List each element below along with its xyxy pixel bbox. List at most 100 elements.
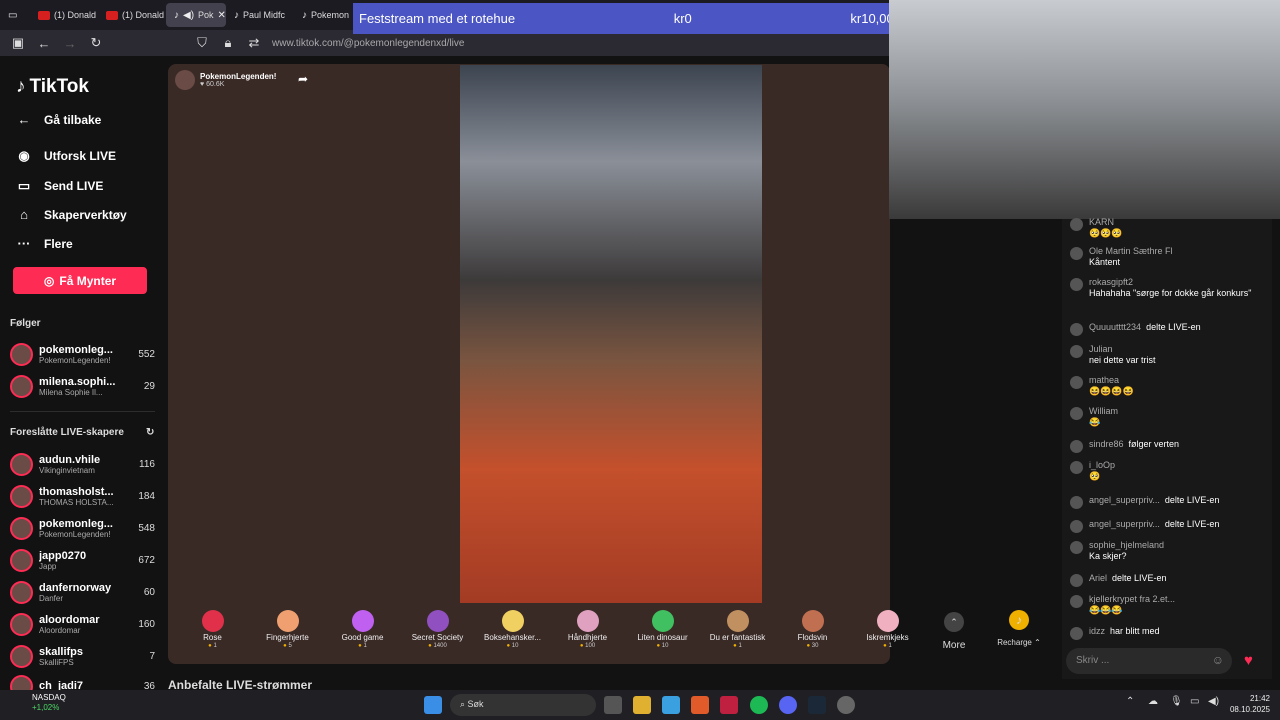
file-explorer-icon[interactable] (633, 696, 651, 714)
browser-tab-5[interactable]: ♪ Pokemon (294, 3, 362, 27)
tab-list-button[interactable]: ▭ (0, 3, 30, 27)
gift-item[interactable]: Flodsvin ● 30 (775, 604, 850, 664)
suggested-item[interactable]: aloordomar Aloordomar 160 (10, 609, 155, 639)
more-gifts-button[interactable]: ⌃ More (940, 612, 968, 651)
tiktok-logo[interactable]: ♪ TikTok (16, 76, 89, 98)
refresh-icon[interactable]: ↻ (146, 427, 154, 438)
cloud-icon[interactable]: ☁ (1148, 696, 1166, 714)
microphone-icon[interactable]: 🎙︎ (1170, 696, 1188, 714)
chat-message[interactable]: sophie_hjelmeland Ka skjer? (1070, 540, 1266, 562)
chat-username[interactable]: Quuuutttt234 (1089, 322, 1141, 332)
photos-icon[interactable] (662, 696, 680, 714)
chat-username[interactable]: KARN (1089, 217, 1114, 227)
gift-item[interactable]: Secret Society ● 1400 (400, 604, 475, 664)
nav-send-live[interactable]: ▭ Send LIVE (14, 178, 104, 194)
following-item[interactable]: milena.sophi... Milena Sophie Il... 29 (10, 371, 155, 401)
nav-go-back[interactable]: ← Gå tilbake (14, 112, 102, 127)
chat-message[interactable]: Ariel delte LIVE-en (1070, 573, 1266, 587)
chat-username[interactable]: rokasgipft2 (1089, 277, 1133, 287)
suggested-item[interactable]: thomasholst... THOMAS HOLSTA... 184 (10, 481, 155, 511)
permissions-icon[interactable]: ⇄ (246, 35, 262, 51)
chat-message[interactable]: rokasgipft2 Hahahaha "sørge for dokke går… (1070, 277, 1266, 299)
chat-message[interactable]: i_loOp 🥺 (1070, 460, 1266, 482)
browser-tab-1[interactable]: (1) Donald (30, 3, 98, 27)
nav-creator-tools[interactable]: ⌂ Skaperverktøy (14, 207, 127, 222)
host-info[interactable]: PokemonLegenden! ♥ 60.6K (175, 70, 276, 90)
chat-message[interactable]: kjellerkrypet fra 2.et... 😂😂😂 (1070, 594, 1266, 616)
following-item[interactable]: pokemonleg... PokemonLegenden! 552 (10, 339, 155, 369)
like-heart-icon[interactable]: ♥ (1244, 652, 1262, 670)
firefox-icon[interactable] (691, 696, 709, 714)
volume-icon[interactable]: ◀) (1208, 696, 1226, 714)
lock-icon[interactable]: 🔒︎ (220, 35, 236, 51)
chat-message[interactable]: idzz har blitt med (1070, 626, 1266, 640)
gift-item[interactable]: Du er fantastisk ● 1 (700, 604, 775, 664)
chat-username[interactable]: kjellerkrypet fra 2.et... (1089, 594, 1175, 604)
gift-item[interactable]: Håndhjerte ● 100 (550, 604, 625, 664)
browser-tab-4[interactable]: ♪ Paul Midfc (226, 3, 294, 27)
chat-message[interactable]: sindre86 følger verten (1070, 439, 1266, 453)
speaker-icon[interactable]: ◀) (183, 10, 194, 21)
chat-username[interactable]: angel_superpriv... (1089, 519, 1160, 529)
chat-username[interactable]: sophie_hjelmeland (1089, 540, 1164, 550)
browser-tab-3[interactable]: ♪ ◀) Pok ✕ (166, 3, 226, 27)
close-tab-icon[interactable]: ✕ (218, 10, 226, 21)
sidebar-toggle-icon[interactable]: ▣ (10, 35, 26, 51)
nav-more[interactable]: ··· Flere (14, 236, 73, 251)
suggested-item[interactable]: pokemonleg... PokemonLegenden! 548 (10, 513, 155, 543)
task-view-icon[interactable] (604, 696, 622, 714)
chat-message[interactable]: angel_superpriv... delte LIVE-en (1070, 519, 1266, 533)
gift-item[interactable]: Boksehansker... ● 10 (475, 604, 550, 664)
suggested-item[interactable]: skallifps SkalliFPS 7 (10, 641, 155, 671)
recorder-icon[interactable] (720, 696, 738, 714)
back-icon[interactable]: ← (36, 36, 52, 51)
reload-icon[interactable]: ↻ (88, 35, 104, 51)
stock-widget[interactable]: NASDAQ +1,02% (14, 693, 66, 713)
network-icon[interactable]: ▭ (1190, 696, 1208, 714)
chat-message[interactable]: Ole Martin Sæthre Fl Kåntent (1070, 246, 1266, 268)
chat-username[interactable]: Ole Martin Sæthre Fl (1089, 246, 1173, 256)
windows-start-icon[interactable] (424, 696, 442, 714)
taskbar-clock[interactable]: 21:42 08.10.2025 (1226, 693, 1270, 715)
chat-message[interactable]: angel_superpriv... delte LIVE-en (1070, 495, 1266, 509)
chat-username[interactable]: Julian (1089, 344, 1113, 354)
live-video[interactable] (460, 65, 762, 603)
gift-item[interactable]: Iskremkjeks ● 1 (850, 604, 925, 664)
chat-message[interactable]: Quuuutttt234 delte LIVE-en (1070, 322, 1266, 336)
gift-item[interactable]: Good game ● 1 (325, 604, 400, 664)
chat-message[interactable]: KARN 🥺🥺🥺 (1070, 217, 1266, 239)
taskbar-search[interactable]: ⌕ Søk (450, 694, 596, 716)
shield-icon[interactable]: ⛉ (194, 35, 210, 51)
share-icon[interactable]: ➦ (294, 72, 312, 90)
settings-icon[interactable] (837, 696, 855, 714)
chat-username[interactable]: i_loOp (1089, 460, 1115, 470)
chat-message[interactable]: Julian nei dette var trist (1070, 344, 1266, 366)
chat-username[interactable]: mathea (1089, 375, 1119, 385)
chat-username[interactable]: Ariel (1089, 573, 1107, 583)
suggested-item[interactable]: audun.vhile Vikinginvietnam 116 (10, 449, 155, 479)
steam-icon[interactable] (808, 696, 826, 714)
chat-username[interactable]: sindre86 (1089, 439, 1124, 449)
url-field[interactable]: www.tiktok.com/@pokemonlegendenxd/live (272, 38, 464, 49)
suggested-item[interactable]: japp0270 Japp 672 (10, 545, 155, 575)
discord-icon[interactable] (779, 696, 797, 714)
emoji-icon[interactable]: ☺ (1212, 653, 1224, 667)
chat-input[interactable]: Skriv ... ☺ (1066, 648, 1232, 674)
chat-username[interactable]: angel_superpriv... (1089, 495, 1160, 505)
chat-message[interactable]: William 😂 (1070, 406, 1266, 428)
chat-message[interactable]: mathea 😆😆😆😆 (1070, 375, 1266, 397)
nav-explore-live[interactable]: ◉ Utforsk LIVE (14, 148, 116, 164)
gift-item[interactable]: Liten dinosaur ● 10 (625, 604, 700, 664)
gift-item[interactable]: Fingerhjerte ● 5 (250, 604, 325, 664)
suggested-item[interactable]: ch_jadi7 36 (10, 671, 155, 690)
gift-item[interactable]: Rose ● 1 (175, 604, 250, 664)
suggested-item[interactable]: danfernorway Danfer 60 (10, 577, 155, 607)
chat-username[interactable]: William (1089, 406, 1118, 416)
chat-username[interactable]: idzz (1089, 626, 1105, 636)
browser-tab-2[interactable]: (1) Donald (98, 3, 166, 27)
get-coins-button[interactable]: ◎ Få Mynter (13, 267, 147, 294)
spotify-icon[interactable] (750, 696, 768, 714)
recharge-button[interactable]: ♪ Recharge ⌃ (993, 610, 1045, 647)
tray-chevron-icon[interactable]: ⌃ (1126, 696, 1144, 714)
forward-icon[interactable]: → (62, 36, 78, 51)
